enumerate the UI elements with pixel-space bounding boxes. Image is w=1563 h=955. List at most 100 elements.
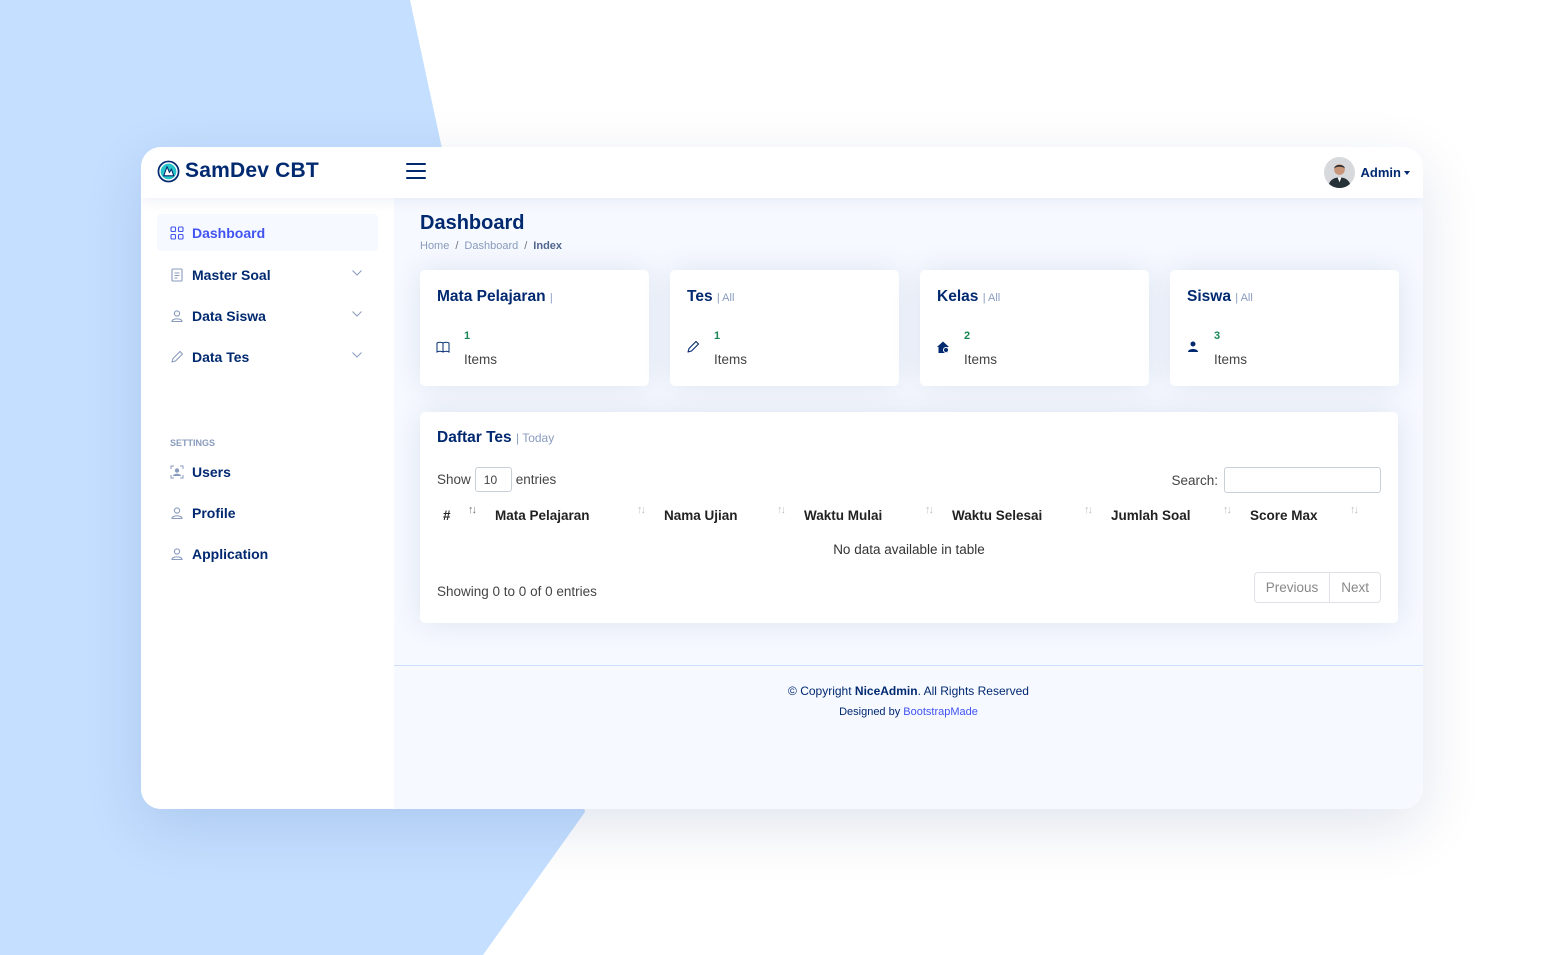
chevron-down-icon [352,311,362,317]
stat-card-siswa: Siswa | All 3 Items [1170,270,1399,386]
sort-icon[interactable]: ↑↓ [1350,504,1359,516]
card-subtitle: | All [982,292,1001,304]
stat-count: 1 [464,330,471,342]
sort-icon[interactable]: ↑↓ [777,504,786,516]
person-icon [171,547,183,560]
footer: © Copyright NiceAdmin. All Rights Reserv… [394,665,1423,718]
daftar-tes-card: Daftar Tes | Today Show 10 entries Searc… [420,412,1398,623]
stat-label: Items [964,352,998,367]
card-title: Daftar Tes | Today [437,429,554,447]
entries-select[interactable]: 10 [474,467,512,492]
column-header-number[interactable]: # [443,508,451,523]
pencil-icon [171,350,184,363]
top-header: SamDev CBT Admin [141,147,1423,198]
empty-table-message: No data available in table [833,542,985,557]
stat-count: 1 [714,330,721,342]
sidebar-item-data-tes[interactable]: Data Tes [157,338,378,375]
main-content: Dashboard Home / Dashboard / Index Mata … [394,198,1423,809]
sort-icon[interactable]: ↑↓ [1223,504,1232,516]
previous-page-button[interactable]: Previous [1255,573,1330,602]
sidebar-item-label: Application [192,545,269,562]
stat-card-tes: Tes | All 1 Items [670,270,899,386]
entries-length-control: Show 10 entries [437,467,556,492]
stat-card-kelas: Kelas | All 2 Items [920,270,1149,386]
sort-icon[interactable]: ↑↓ [468,504,477,516]
brand-name: SamDev CBT [185,159,319,182]
avatar [1323,157,1355,188]
card-subtitle: | [549,292,553,304]
column-header-score-max[interactable]: Score Max [1250,508,1318,523]
stat-count: 2 [964,330,971,342]
column-header-jumlah-soal[interactable]: Jumlah Soal [1111,508,1191,523]
page-title: Dashboard [420,212,525,234]
person-badge-icon [170,465,184,478]
stat-label: Items [714,352,748,367]
pencil-icon [687,340,700,353]
search-input[interactable] [1224,467,1381,493]
card-title-text: Kelas [937,288,979,305]
footer-brand: NiceAdmin [854,684,918,698]
sidebar-item-dashboard[interactable]: Dashboard [157,214,378,251]
card-title-text: Tes [687,288,713,305]
sidebar-item-users[interactable]: Users [157,453,378,490]
show-label: Show [437,472,471,487]
designer-link[interactable]: BootstrapMade [903,706,978,718]
sidebar-item-profile[interactable]: Profile [157,494,378,531]
card-title: Mata Pelajaran | [437,288,553,306]
sort-icon[interactable]: ↑↓ [1084,504,1093,516]
card-subtitle: | Today [515,431,555,445]
app-window: SamDev CBT Admin Dashboard Master Soal D… [141,147,1423,809]
card-subtitle: | All [1235,292,1253,304]
column-header-mata-pelajaran[interactable]: Mata Pelajaran [495,508,590,523]
column-header-nama-ujian[interactable]: Nama Ujian [664,508,738,523]
person-icon [171,506,183,519]
menu-toggle-icon[interactable] [406,163,426,181]
settings-heading: SETTINGS [170,438,216,448]
card-title: Tes | All [687,288,734,306]
card-subtitle: | All [716,292,735,304]
sidebar-item-label: Profile [192,504,236,521]
chevron-down-icon [352,270,362,276]
breadcrumb-separator: / [455,240,459,252]
entries-label: entries [515,472,557,487]
breadcrumb-home[interactable]: Home [420,240,449,252]
user-name: Admin [1360,165,1401,180]
stat-card-mata-pelajaran: Mata Pelajaran | 1 Items [420,270,649,386]
pagination: Previous Next [1253,572,1381,603]
person-icon [171,309,183,322]
next-page-button[interactable]: Next [1329,573,1380,602]
sort-icon[interactable]: ↑↓ [637,504,646,516]
caret-down-icon [1404,170,1410,175]
sidebar-item-application[interactable]: Application [157,535,378,572]
credits: Designed by BootstrapMade [394,706,1423,718]
breadcrumb: Home / Dashboard / Index [420,240,562,252]
stat-label: Items [1214,352,1248,367]
column-header-waktu-mulai[interactable]: Waktu Mulai [804,508,882,523]
person-icon [1188,341,1198,352]
sidebar-item-label: Data Siswa [192,307,266,324]
sidebar-item-label: Users [192,463,231,480]
card-title-text: Mata Pelajaran [437,288,546,305]
table-search: Search: [1171,467,1381,493]
sidebar-item-master-soal[interactable]: Master Soal [157,256,378,293]
sidebar-item-data-siswa[interactable]: Data Siswa [157,297,378,334]
copyright-suffix: . All Rights Reserved [917,684,1029,698]
grid-icon [170,225,184,240]
journal-icon [171,267,183,282]
stat-label: Items [464,352,498,367]
sort-icon[interactable]: ↑↓ [925,504,934,516]
profile-dropdown[interactable]: Admin [1323,157,1410,188]
sidebar: Dashboard Master Soal Data Siswa Data Te… [141,198,394,809]
sidebar-item-label: Dashboard [192,224,266,241]
breadcrumb-dashboard[interactable]: Dashboard [464,240,518,252]
logo[interactable]: SamDev CBT [157,159,319,183]
book-icon [436,341,450,353]
sidebar-item-label: Master Soal [192,266,271,283]
designed-by-prefix: Designed by [839,706,901,718]
breadcrumb-separator: / [524,240,528,252]
card-title: Kelas | All [937,288,1000,306]
column-header-waktu-selesai[interactable]: Waktu Selesai [952,508,1042,523]
chevron-down-icon [352,352,362,358]
card-title-text: Daftar Tes [437,429,512,446]
copyright-prefix: © Copyright [788,684,852,698]
